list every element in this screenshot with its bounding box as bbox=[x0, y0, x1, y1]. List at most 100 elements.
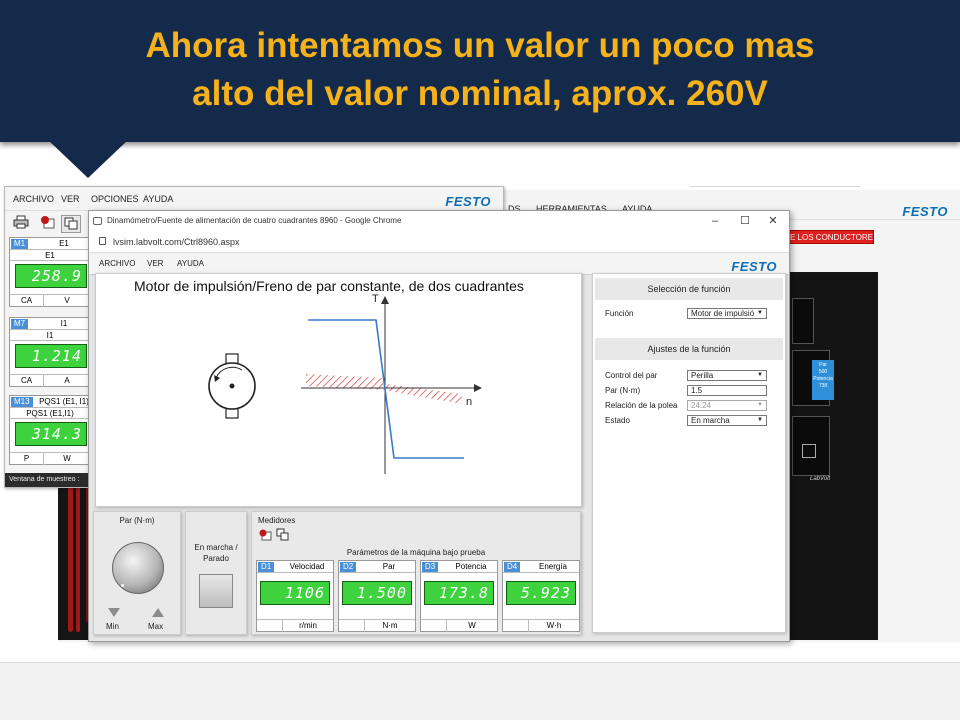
start-stop-title-line2: Parado bbox=[203, 554, 229, 563]
torque-knob[interactable] bbox=[112, 542, 164, 594]
funcion-row: Función Motor de impulsió ▼ bbox=[605, 308, 775, 320]
estado-value: En marcha bbox=[691, 416, 730, 425]
minimize-button[interactable]: – bbox=[701, 211, 729, 231]
par-input[interactable]: 1.5 bbox=[687, 385, 767, 396]
meter-mode: CA bbox=[10, 375, 44, 387]
axis-n-label: n bbox=[466, 396, 472, 408]
module-display: Par 500 Potencia 738 bbox=[812, 360, 834, 400]
menu-ayuda[interactable]: AYUDA bbox=[177, 259, 204, 268]
module-button[interactable] bbox=[802, 444, 816, 458]
slide-title-line2: alto del valor nominal, aprox. 260V bbox=[192, 74, 768, 113]
estado-select[interactable]: En marcha ▼ bbox=[687, 415, 767, 426]
max-label: Max bbox=[148, 622, 164, 631]
meter-tag: D1 bbox=[258, 562, 275, 572]
display-text: Potencia bbox=[813, 376, 833, 382]
meter-unit: W bbox=[468, 621, 476, 630]
close-button[interactable]: ✕ bbox=[759, 211, 787, 231]
meter-name: I1 bbox=[60, 319, 68, 328]
relacion-polea-label: Relación de la polea bbox=[605, 401, 678, 410]
copy-icon[interactable] bbox=[61, 215, 81, 233]
module-slot bbox=[792, 298, 814, 344]
meter-name: Potencia bbox=[455, 562, 487, 571]
record-icon[interactable] bbox=[37, 215, 57, 233]
increase-arrow-icon[interactable] bbox=[152, 608, 164, 617]
meter-display: 314.3 bbox=[15, 422, 87, 446]
meter-display: 258.9 bbox=[15, 264, 87, 288]
start-stop-title: En marcha / Parado bbox=[186, 542, 246, 564]
maximize-button[interactable]: ☐ bbox=[731, 211, 759, 231]
metering-menubar: ARCHIVO VER OPCIONES AYUDA FESTO bbox=[5, 187, 503, 211]
estado-row: Estado En marcha ▼ bbox=[605, 415, 775, 427]
chrome-window: Dinamómetro/Fuente de alimentación de cu… bbox=[88, 210, 790, 642]
dropdown-arrow-icon: ▼ bbox=[757, 310, 763, 316]
meter-velocidad[interactable]: D1 Velocidad 1106 r/min bbox=[256, 560, 334, 632]
meter-name: PQS1 (E1, I1) bbox=[39, 397, 89, 406]
meter-potencia[interactable]: D3 Potencia 173.8 W bbox=[420, 560, 498, 632]
meter-name: Par bbox=[382, 562, 396, 571]
dropdown-arrow-icon: ▼ bbox=[757, 402, 763, 408]
dropdown-arrow-icon: ▼ bbox=[757, 417, 763, 423]
control-par-value: Perilla bbox=[691, 371, 714, 380]
slide-title-line1: Ahora intentamos un valor un poco mas bbox=[145, 26, 815, 65]
relacion-polea-select: 24:24 ▼ bbox=[687, 400, 767, 411]
relacion-polea-value: 24:24 bbox=[691, 401, 712, 410]
app-menubar: ARCHIVO VER AYUDA FESTO bbox=[89, 253, 789, 275]
function-settings-panel: Selección de función Función Motor de im… bbox=[592, 273, 786, 633]
par-value: 1.5 bbox=[691, 386, 703, 395]
meter-energia[interactable]: D4 Energía 5.923 W·h bbox=[502, 560, 580, 632]
lock-icon bbox=[99, 237, 106, 245]
copy-icon[interactable] bbox=[276, 528, 290, 541]
menu-ver[interactable]: VER bbox=[147, 259, 163, 268]
meter-display: 173.8 bbox=[424, 581, 494, 605]
axis-t-arrow bbox=[381, 296, 389, 304]
meter-subtitle: E1 bbox=[10, 250, 90, 261]
menu-ver[interactable]: VER bbox=[61, 194, 80, 204]
banner-callout-pointer bbox=[48, 140, 128, 178]
knob-title: Par (N·m) bbox=[119, 516, 155, 525]
control-par-label: Control del par bbox=[605, 371, 658, 380]
meter-unit: W·h bbox=[546, 621, 562, 630]
funcion-label: Función bbox=[605, 309, 634, 318]
axis-t-label: T bbox=[372, 293, 379, 305]
url-text[interactable]: lvsim.labvolt.com/Ctrl8960.aspx bbox=[113, 231, 240, 253]
menu-opciones[interactable]: OPCIONES bbox=[91, 194, 139, 204]
meter-pqs1[interactable]: M13 PQS1 (E1, I1) PQS1 (E1,I1) 314.3 P W bbox=[9, 395, 91, 465]
function-diagram-panel: Motor de impulsión/Freno de par constant… bbox=[95, 273, 582, 507]
meter-i1[interactable]: M7 I1 I1 1.214 CA A bbox=[9, 317, 91, 387]
slide-title: Ahora intentamos un valor un poco mas al… bbox=[40, 22, 920, 118]
control-par-select[interactable]: Perilla ▼ bbox=[687, 370, 767, 381]
par-row: Par (N·m) 1.5 bbox=[605, 385, 775, 397]
section-function-settings: Ajustes de la función bbox=[595, 338, 783, 360]
printer-icon[interactable] bbox=[11, 215, 31, 233]
chrome-titlebar[interactable]: Dinamómetro/Fuente de alimentación de cu… bbox=[89, 211, 789, 231]
menu-ayuda[interactable]: AYUDA bbox=[143, 194, 173, 204]
funcion-select[interactable]: Motor de impulsió ▼ bbox=[687, 308, 767, 319]
meter-unit: V bbox=[64, 296, 70, 305]
start-stop-title-line1: En marcha / bbox=[194, 543, 238, 552]
decrease-arrow-icon[interactable] bbox=[108, 608, 120, 617]
funcion-value: Motor de impulsió bbox=[691, 309, 755, 318]
meter-tag: M7 bbox=[11, 319, 29, 329]
labvolt-logo: LabVolt bbox=[810, 476, 831, 482]
display-text: 500 bbox=[818, 369, 828, 375]
meter-tag: M1 bbox=[11, 239, 29, 249]
address-bar[interactable]: lvsim.labvolt.com/Ctrl8960.aspx bbox=[89, 231, 789, 253]
meter-e1[interactable]: M1 E1 E1 258.9 CA V bbox=[9, 237, 91, 307]
start-stop-button[interactable] bbox=[199, 574, 233, 608]
meter-par[interactable]: D2 Par 1.500 N·m bbox=[338, 560, 416, 632]
record-icon[interactable] bbox=[258, 528, 272, 541]
start-stop-panel: En marcha / Parado bbox=[185, 511, 247, 635]
meter-display: 5.923 bbox=[506, 581, 576, 605]
min-label: Min bbox=[106, 622, 119, 631]
menu-archivo[interactable]: ARCHIVO bbox=[13, 194, 54, 204]
festo-logo: FESTO bbox=[902, 204, 948, 219]
menu-archivo[interactable]: ARCHIVO bbox=[99, 259, 135, 268]
dropdown-arrow-icon: ▼ bbox=[757, 372, 763, 378]
knob-indicator bbox=[121, 584, 124, 587]
meters-subtitle: Parámetros de la máquina bajo prueba bbox=[346, 548, 486, 557]
slide-title-banner: Ahora intentamos un valor un poco mas al… bbox=[0, 0, 960, 142]
background-divider bbox=[690, 186, 860, 187]
meter-unit: A bbox=[64, 376, 70, 385]
meters-title: Medidores bbox=[258, 516, 296, 525]
window-title: Dinamómetro/Fuente de alimentación de cu… bbox=[107, 216, 402, 225]
